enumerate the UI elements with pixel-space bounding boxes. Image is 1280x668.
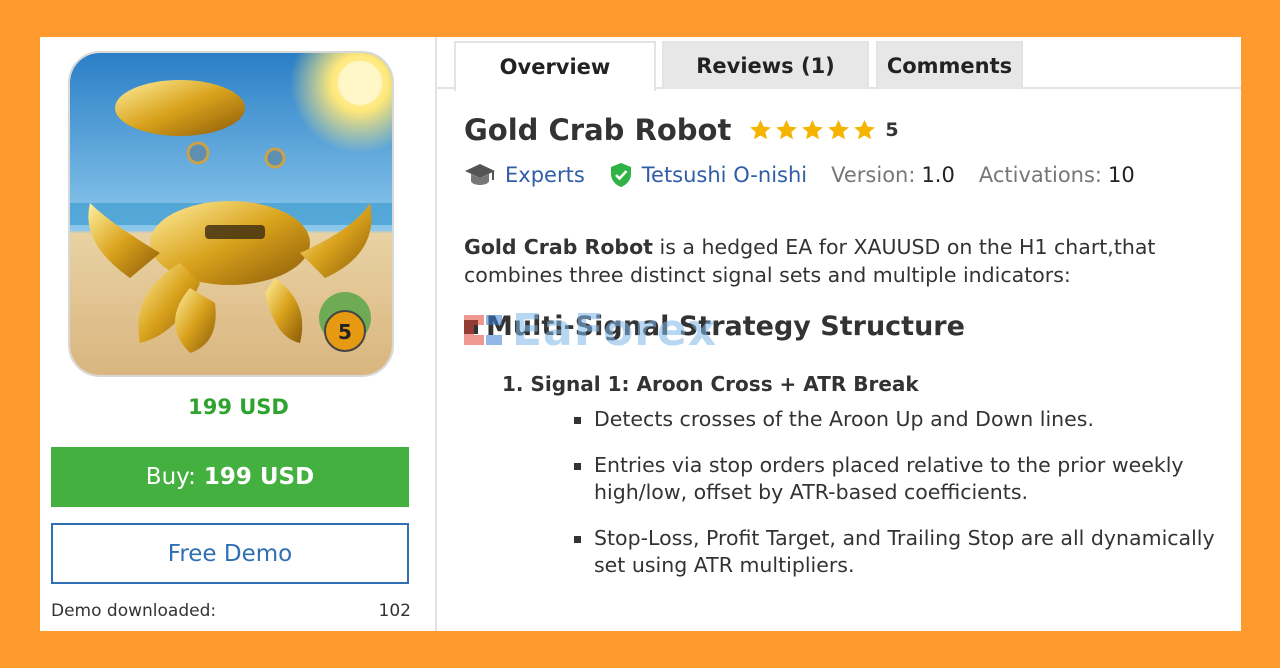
- tab-comments[interactable]: Comments: [876, 41, 1023, 89]
- category-link[interactable]: Experts: [464, 162, 585, 188]
- tab-bar: Overview Reviews (1) Comments: [437, 37, 1241, 91]
- list-item: Entries via stop orders placed relative …: [572, 452, 1231, 506]
- product-panel: 5 199 USD Buy: 199 USD Free Demo Demo do…: [40, 37, 1241, 631]
- version-value: 1.0: [921, 163, 955, 187]
- description-lead: Gold Crab Robot: [464, 235, 653, 259]
- buy-amount: 199 USD: [203, 464, 315, 490]
- list-item: Detects crosses of the Aroon Up and Down…: [572, 406, 1231, 433]
- version-info: Version: 1.0: [831, 163, 955, 187]
- star-icon: [802, 119, 824, 140]
- activations-label: Activations:: [978, 163, 1102, 187]
- section-heading: EaForex Multi-Signal Strategy Structure: [464, 305, 1231, 356]
- free-demo-button[interactable]: Free Demo: [51, 523, 409, 584]
- product-price: 199 USD: [188, 395, 289, 419]
- product-description: Gold Crab Robot is a hedged EA for XAUUS…: [464, 233, 1231, 289]
- star-icon: [776, 119, 798, 140]
- square-bullet-icon: [464, 319, 478, 334]
- demo-downloaded-label: Demo downloaded:: [51, 601, 217, 621]
- star-icon: [828, 119, 850, 140]
- buy-label: Buy:: [145, 464, 196, 490]
- activations-info: Activations: 10: [979, 163, 1135, 187]
- author-name: Tetsushi O-nishi: [641, 163, 808, 187]
- product-meta: Experts Tetsushi O-nishi Version: 1.0 Ac…: [464, 155, 1231, 195]
- version-label: Version:: [831, 163, 916, 187]
- activations-value: 10: [1108, 163, 1135, 187]
- rating-value: 5: [885, 119, 899, 141]
- page-title: Gold Crab Robot: [464, 113, 732, 147]
- buy-button[interactable]: Buy: 199 USD: [51, 447, 409, 507]
- tab-reviews[interactable]: Reviews (1): [662, 41, 869, 89]
- graduation-cap-icon: [465, 164, 495, 185]
- category-label: Experts: [505, 163, 585, 187]
- signal-title: 1. Signal 1: Aroon Cross + ATR Break: [502, 372, 919, 396]
- star-icon: [750, 119, 772, 140]
- demo-downloaded-count: 102: [378, 601, 411, 621]
- tab-overview[interactable]: Overview: [454, 41, 656, 91]
- verified-shield-icon: [610, 163, 631, 187]
- rating-stars[interactable]: 5: [749, 119, 899, 141]
- list-item: Stop-Loss, Profit Target, and Trailing S…: [572, 525, 1231, 579]
- author-link[interactable]: Tetsushi O-nishi: [609, 162, 807, 188]
- title-row: Gold Crab Robot 5: [464, 107, 1231, 153]
- product-image[interactable]: 5: [68, 51, 394, 377]
- overview-content: Gold Crab Robot 5 Experts Tetsushi O-nis…: [464, 107, 1231, 598]
- star-icon: [854, 119, 876, 140]
- signal-bullets: Detects crosses of the Aroon Up and Down…: [572, 406, 1231, 579]
- badge-number: 5: [338, 320, 352, 344]
- demo-download-stats: Demo downloaded: 102: [51, 601, 411, 621]
- crab-illustration: 5: [70, 53, 392, 375]
- product-sidebar: 5 199 USD Buy: 199 USD Free Demo Demo do…: [40, 37, 437, 631]
- section-heading-text: Multi-Signal Strategy Structure: [486, 311, 965, 342]
